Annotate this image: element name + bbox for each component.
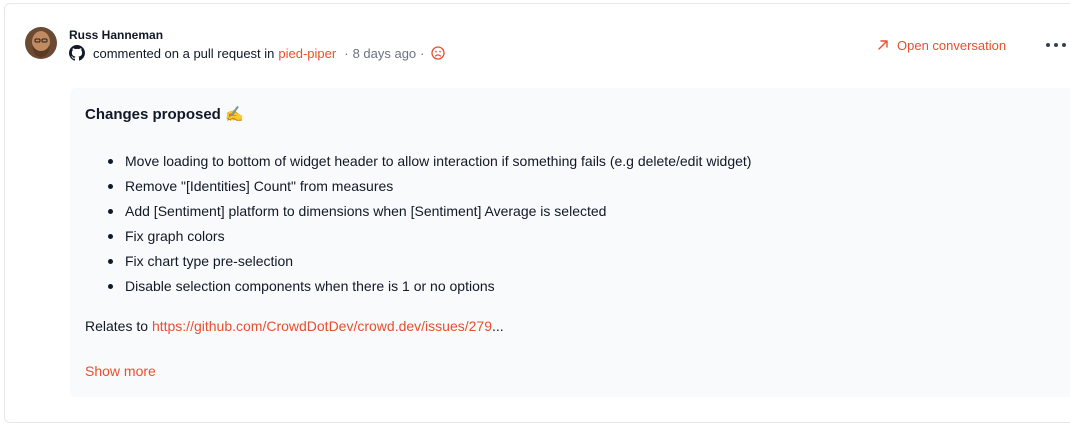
bullet-dot: [108, 234, 113, 239]
list-item-text: Fix chart type pre-selection: [125, 253, 294, 269]
author-name[interactable]: Russ Hanneman: [69, 27, 163, 43]
separator: ·: [344, 45, 349, 61]
list-item-text: Fix graph colors: [125, 228, 225, 244]
repo-link[interactable]: pied-piper: [278, 46, 336, 61]
separator: ·: [420, 45, 425, 61]
open-conversation-button[interactable]: Open conversation: [876, 36, 1006, 54]
bullet-dot: [108, 184, 113, 189]
relates-suffix: ...: [491, 318, 504, 334]
external-arrow-icon: [876, 38, 890, 52]
content-heading: Changes proposed ✍️: [85, 106, 244, 123]
frown-face-icon: [430, 46, 445, 60]
activity-content: Changes proposed ✍️ Move loading to bott…: [70, 88, 1070, 397]
relates-to-line: Relates to https://github.com/CrowdDotDe…: [85, 316, 504, 336]
open-conversation-label: Open conversation: [897, 37, 1007, 53]
list-item-text: Add [Sentiment] platform to dimensions w…: [125, 203, 607, 219]
activity-action: commented on a pull request in: [93, 45, 275, 61]
list-item: Remove "[Identities] Count" from measure…: [85, 174, 751, 199]
list-item: Move loading to bottom of widget header …: [85, 149, 751, 174]
bullet-dot: [108, 159, 113, 164]
issue-link[interactable]: https://github.com/CrowdDotDev/crowd.dev…: [152, 318, 492, 334]
relates-prefix: Relates to: [85, 318, 152, 334]
github-icon: [69, 45, 85, 61]
list-item-text: Disable selection components when there …: [125, 278, 495, 294]
bullet-dot: [108, 284, 113, 289]
ellipsis-icon[interactable]: [1045, 37, 1067, 53]
avatar[interactable]: [25, 27, 57, 59]
list-item-text: Remove "[Identities] Count" from measure…: [125, 178, 394, 194]
list-item: Fix chart type pre-selection: [85, 249, 751, 274]
bullet-dot: [108, 259, 113, 264]
show-more-button[interactable]: Show more: [85, 361, 156, 381]
timestamp: 8 days ago: [352, 45, 417, 61]
change-list: Move loading to bottom of widget header …: [85, 149, 751, 299]
list-item-text: Move loading to bottom of widget header …: [125, 153, 752, 169]
list-item: Fix graph colors: [85, 224, 751, 249]
list-item: Disable selection components when there …: [85, 274, 751, 299]
activity-meta: commented on a pull request in pied-pipe…: [69, 44, 445, 62]
bullet-dot: [108, 209, 113, 214]
list-item: Add [Sentiment] platform to dimensions w…: [85, 199, 751, 224]
